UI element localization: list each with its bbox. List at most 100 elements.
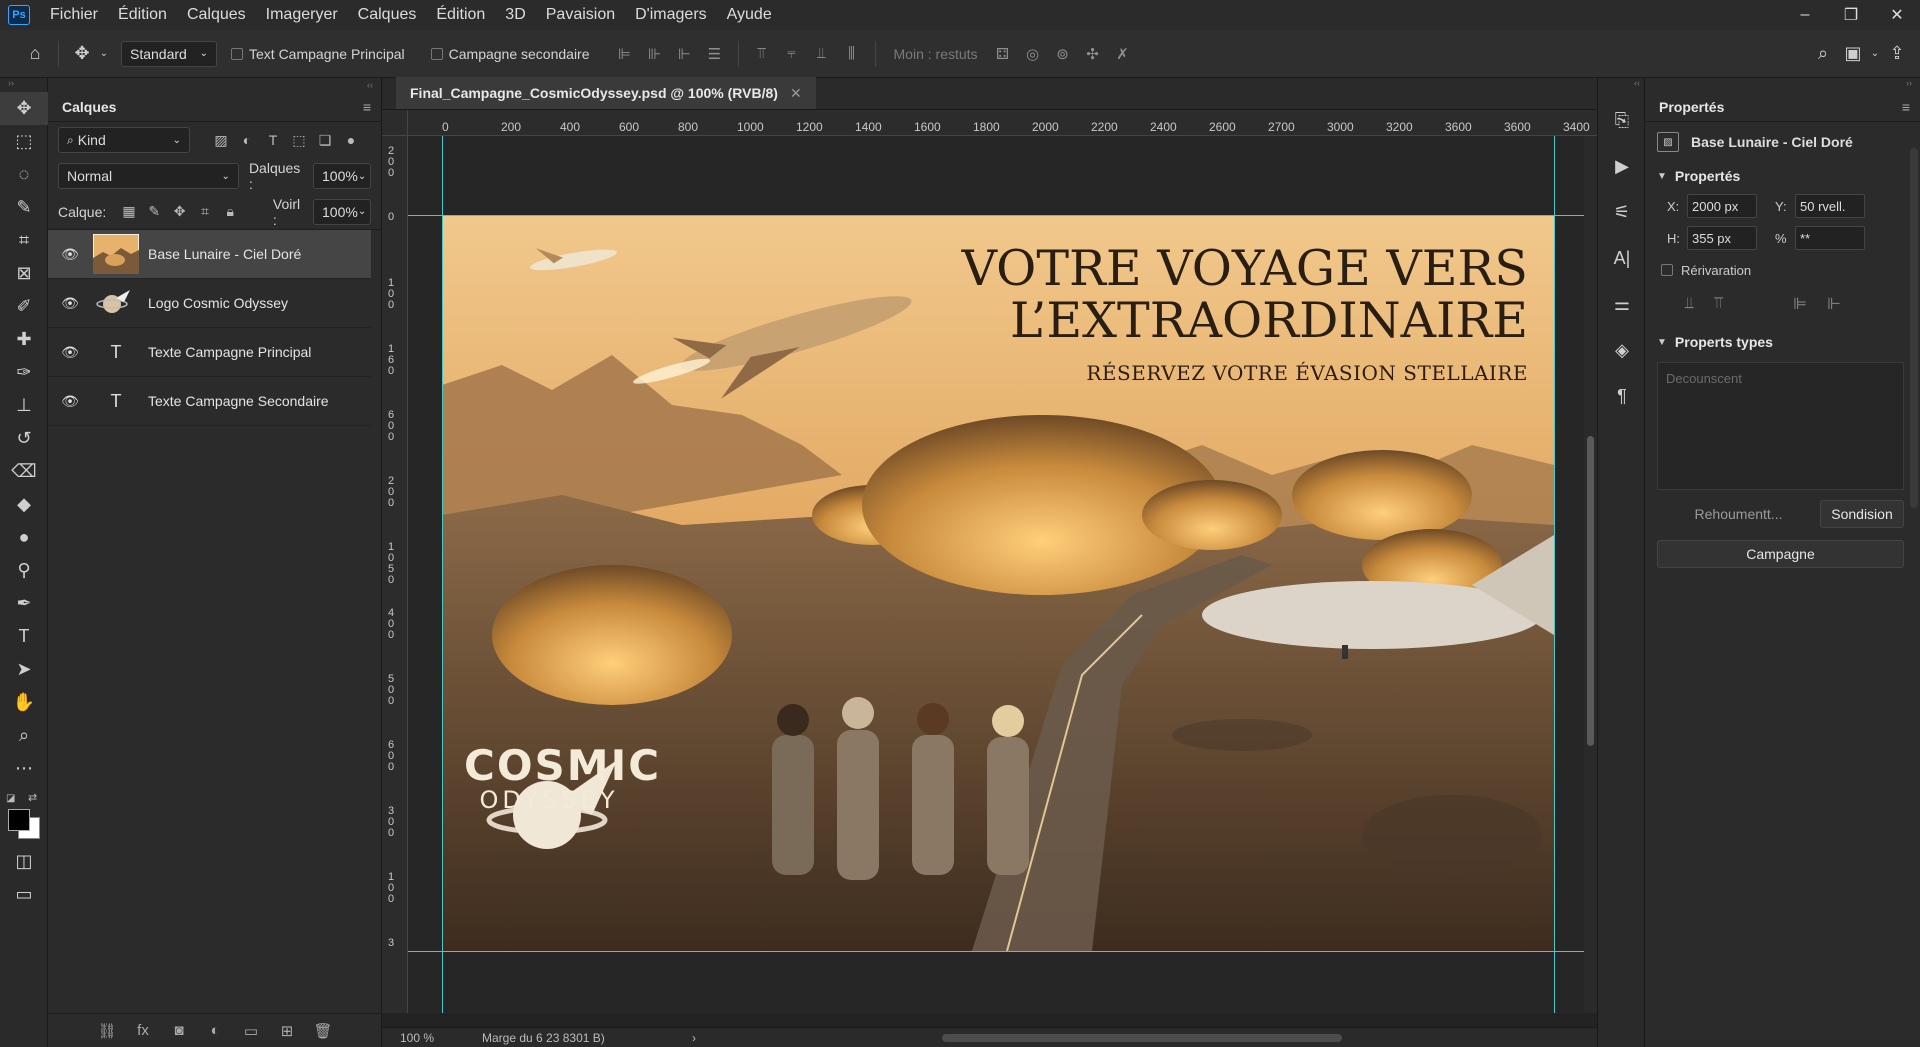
filter-shape-icon[interactable]: ⬚	[286, 128, 312, 152]
layer-texte-principal[interactable]: 👁︎ T Texte Campagne Principal	[48, 328, 371, 377]
guide-line-vertical[interactable]	[1554, 136, 1555, 1013]
lock-transparent-icon[interactable]: ▦	[116, 200, 141, 224]
sondision-button[interactable]: Sondision	[1820, 500, 1904, 528]
section-properties[interactable]: ▼ Propertés	[1645, 162, 1920, 190]
lasso-tool-icon[interactable]: ◌	[0, 158, 48, 191]
link-layers-icon[interactable]: ⛓	[97, 1022, 117, 1040]
collapse-icon[interactable]: ››	[1645, 78, 1920, 92]
properties-panel-icon[interactable]: ⚌	[1598, 286, 1646, 322]
zoom-tool-icon[interactable]: ⌕	[0, 719, 48, 752]
horizontal-scrollbar[interactable]	[942, 1034, 1342, 1042]
brush-tool-icon[interactable]: ✑	[0, 356, 48, 389]
move-tool-icon[interactable]: ✥	[0, 92, 48, 125]
menu-edition[interactable]: Édition	[108, 0, 177, 30]
screen-mode-icon[interactable]: ▭	[0, 878, 48, 911]
fill-field[interactable]: 100% ⌄	[313, 198, 372, 225]
document-tab[interactable]: Final_Campagne_CosmicOdyssey.psd @ 100% …	[396, 77, 816, 109]
add-mask-icon[interactable]: ◙	[169, 1022, 189, 1039]
swap-colors-icon[interactable]: ⇄	[28, 791, 37, 804]
pen-tool-icon[interactable]: ✒	[0, 587, 48, 620]
panel-title[interactable]: Propertés	[1659, 99, 1724, 115]
restore-icon[interactable]: ❐	[1828, 0, 1874, 30]
document-info[interactable]: Marge du 6 23 8301 B)	[452, 1031, 652, 1045]
blur-tool-icon[interactable]: ●	[0, 521, 48, 554]
search-icon[interactable]: ⌕	[1808, 39, 1838, 69]
panel-menu-icon[interactable]: ≡	[363, 99, 371, 115]
align-top-icon[interactable]: ⫪	[747, 41, 777, 67]
filter-pixel-icon[interactable]: ▨	[208, 128, 234, 152]
guide-line-horizontal[interactable]	[408, 951, 1584, 952]
move-tool-icon[interactable]: ✥	[67, 39, 97, 69]
checkbox-box[interactable]	[231, 47, 243, 60]
adjustments-panel-icon[interactable]: ⚟	[1598, 194, 1646, 230]
canvas-viewport[interactable]: VOTRE VOYAGE VERS L’EXTRAORDINAIRE RÉSER…	[408, 136, 1584, 1013]
rehoumentt-button[interactable]: Rehoumentt...	[1657, 506, 1820, 522]
quick-mask-icon[interactable]: ◫	[0, 845, 48, 878]
distribute-icon[interactable]: ☰	[700, 41, 730, 67]
filter-kind-dropdown[interactable]: ⌕ Kind ⌄	[58, 127, 190, 153]
close-tab-icon[interactable]: ✕	[790, 85, 802, 102]
vertical-ruler[interactable]: 200 0 100 160 600 200 1050 400 500 600 300 100 3	[382, 136, 408, 1013]
properties-scrollbar[interactable]	[1910, 148, 1918, 508]
menu-ayude[interactable]: Ayude	[717, 0, 782, 30]
layer-logo-cosmic[interactable]: 👁︎ Logo Cosmic Odyssey	[48, 279, 371, 328]
slide-icon[interactable]: ✗	[1108, 41, 1138, 67]
checkbox-campagne-secondaire[interactable]: Campagne secondaire	[430, 46, 590, 62]
horizontal-ruler[interactable]: 0 200 400 600 800 1000 1200 1400 1600 1800 2000 220…	[408, 110, 1597, 136]
collapse-icon[interactable]: ››	[0, 78, 47, 92]
layers-panel-icon[interactable]: ◈	[1598, 332, 1646, 368]
menu-3d[interactable]: 3D	[495, 0, 535, 30]
campagne-button[interactable]: Campagne	[1657, 540, 1904, 568]
percent-field[interactable]: **	[1795, 226, 1865, 250]
adjustment-layer-icon[interactable]: ◐	[205, 1022, 225, 1039]
layer-style-icon[interactable]: fx	[133, 1022, 153, 1039]
section-properts-types[interactable]: ▼ Properts types	[1645, 328, 1920, 356]
y-field[interactable]: 50 rvell.	[1795, 194, 1865, 218]
align-top-icon[interactable]: ⫪	[1714, 295, 1723, 313]
collapse-icon[interactable]: ‹‹	[1598, 78, 1644, 92]
clone-stamp-icon[interactable]: ⊥	[0, 389, 48, 422]
opacity-field[interactable]: 100% ⌄	[313, 163, 371, 189]
filter-type-icon[interactable]: T	[260, 128, 286, 152]
character-panel-icon[interactable]: A|	[1598, 240, 1646, 276]
checkbox-text-campagne[interactable]: Text Campagne Principal	[231, 46, 405, 62]
menu-edition-2[interactable]: Édition	[426, 0, 495, 30]
path-select-icon[interactable]: ➤	[0, 653, 48, 686]
pan-icon[interactable]: ✣	[1078, 41, 1108, 67]
menu-fichier[interactable]: Fichier	[40, 0, 108, 30]
visibility-eye-icon[interactable]: 👁︎	[48, 344, 92, 361]
marquee-tool-icon[interactable]: ⬚	[0, 125, 48, 158]
filter-adjustment-icon[interactable]: ◐	[234, 128, 260, 152]
vertical-scrollbar[interactable]	[1584, 136, 1597, 1013]
history-brush-icon[interactable]: ↺	[0, 422, 48, 455]
align-middle-icon[interactable]: ⫧	[777, 41, 807, 67]
quick-select-tool-icon[interactable]: ✎	[0, 191, 48, 224]
new-group-icon[interactable]: ▭	[241, 1022, 261, 1040]
description-textarea[interactable]: Decounscent	[1657, 362, 1904, 490]
checkbox-row[interactable]: Rérivaration	[1645, 254, 1920, 286]
visibility-eye-icon[interactable]: 👁︎	[48, 295, 92, 312]
roll-icon[interactable]: ⊚	[1048, 41, 1078, 67]
align-right-icon[interactable]: ⊩	[1827, 294, 1841, 314]
paint-bucket-icon[interactable]: ◆	[0, 488, 48, 521]
eraser-tool-icon[interactable]: ⌫	[0, 455, 48, 488]
menu-pavaision[interactable]: Pavaision	[536, 0, 625, 30]
3d-mode-icon[interactable]: ⚃	[988, 41, 1018, 67]
minimize-icon[interactable]: –	[1782, 0, 1828, 30]
default-colors-icon[interactable]: ◪	[6, 793, 15, 804]
chevron-down-icon[interactable]: ⌄	[97, 39, 111, 69]
align-left-icon[interactable]: ⊫	[610, 41, 640, 67]
chevron-right-icon[interactable]: ›	[692, 1031, 696, 1045]
chevron-down-icon[interactable]: ⌄	[1868, 39, 1882, 69]
checkbox-box[interactable]	[430, 47, 443, 60]
frame-tool-icon[interactable]: ⊠	[0, 257, 48, 290]
orbit-icon[interactable]: ◎	[1018, 41, 1048, 67]
more-tools-icon[interactable]: ⋯	[0, 752, 48, 785]
type-tool-icon[interactable]: T	[0, 620, 48, 653]
scrollbar-thumb[interactable]	[1587, 436, 1594, 746]
visibility-eye-icon[interactable]: 👁︎	[48, 246, 92, 263]
artwork-canvas[interactable]: VOTRE VOYAGE VERS L’EXTRAORDINAIRE RÉSER…	[442, 215, 1554, 951]
home-icon[interactable]: ⌂	[20, 39, 50, 69]
guide-line-horizontal[interactable]	[408, 215, 1584, 216]
panel-title[interactable]: Calques	[62, 99, 116, 115]
